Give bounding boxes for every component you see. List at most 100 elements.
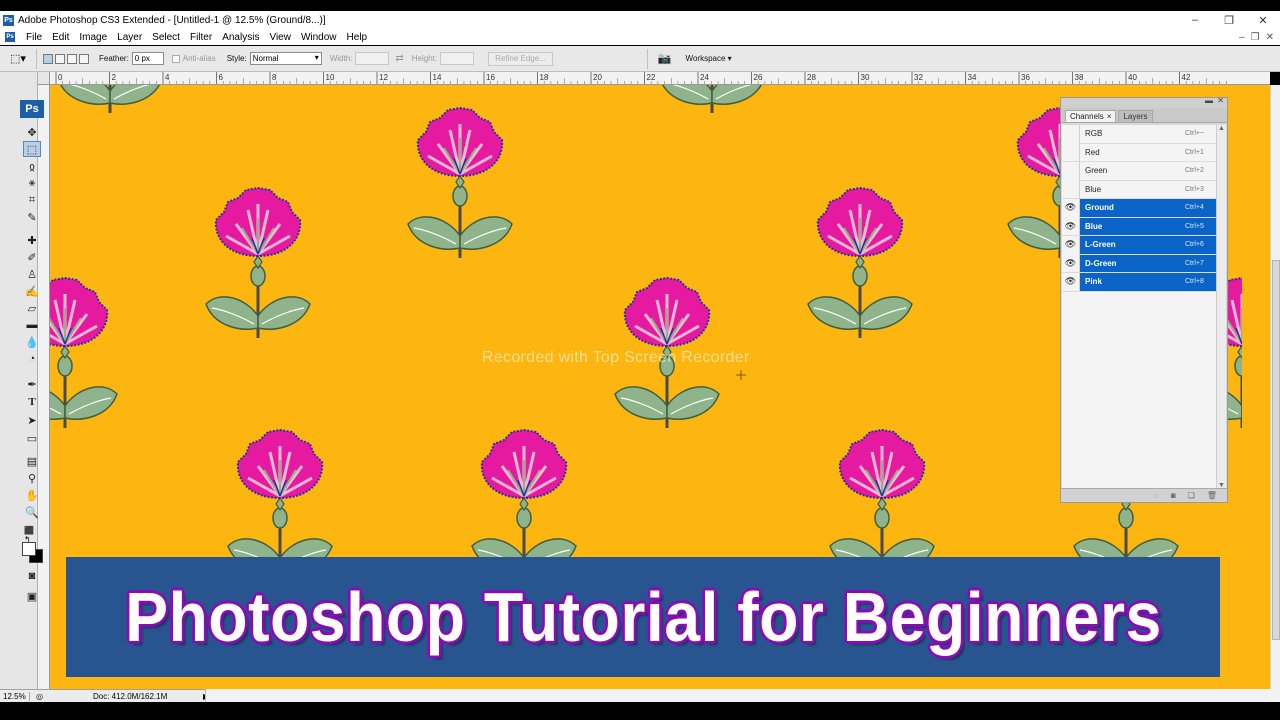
menu-file[interactable]: File (21, 32, 47, 43)
lasso-tool-icon[interactable]: ჲ (23, 158, 41, 174)
foreground-color-swatch[interactable] (22, 542, 36, 556)
screen-mode-icon[interactable]: ▣ (23, 588, 41, 604)
shape-tool-icon[interactable]: ▭ (23, 430, 41, 446)
menu-layer[interactable]: Layer (112, 32, 147, 43)
height-input[interactable] (440, 52, 475, 65)
brush-tool-icon[interactable]: ✐ (23, 249, 41, 265)
channel-row-body[interactable]: L-Green Ctrl+6 (1080, 236, 1216, 254)
menu-analysis[interactable]: Analysis (217, 32, 264, 43)
channel-row[interactable]: 👁 L-Green Ctrl+6 (1062, 235, 1216, 255)
marquee-preset-icon[interactable]: ⬚▾ (10, 52, 30, 65)
vertical-scrollbar[interactable] (1270, 85, 1280, 689)
gradient-tool-icon[interactable]: ▬ (23, 317, 41, 333)
eye-icon[interactable]: 👁 (1062, 272, 1080, 291)
crop-tool-icon[interactable]: ⌗ (23, 192, 41, 208)
move-tool-icon[interactable]: ✥ (23, 124, 41, 140)
slice-tool-icon[interactable]: ✎ (23, 209, 41, 225)
blur-tool-icon[interactable]: 💧 (23, 334, 41, 350)
eyedropper-tool-icon[interactable]: ⚲ (23, 470, 41, 486)
maximize-button[interactable]: ❐ (1212, 11, 1246, 29)
zoom-level[interactable]: 12.5% (0, 691, 30, 701)
menu-filter[interactable]: Filter (185, 32, 217, 43)
channel-row[interactable]: Green Ctrl+2 (1062, 161, 1216, 181)
minimize-button[interactable]: ‒ (1178, 11, 1212, 29)
healing-tool-icon[interactable]: ✚ (23, 232, 41, 248)
channel-row-body[interactable]: Blue Ctrl+5 (1080, 217, 1216, 235)
channel-row[interactable]: 👁 Blue Ctrl+5 (1062, 217, 1216, 236)
visibility-toggle[interactable] (1062, 143, 1080, 162)
channel-row-body[interactable]: Green Ctrl+2 (1080, 162, 1216, 180)
marquee-tool-icon[interactable]: ⬚ (23, 141, 41, 157)
zoom-icon[interactable]: ◎ (36, 692, 43, 701)
workspace-menu[interactable]: Workspace ▾ (686, 54, 732, 63)
menu-window[interactable]: Window (296, 32, 342, 43)
refine-edge-button[interactable]: Refine Edge... (488, 51, 553, 66)
channel-row[interactable]: Red Ctrl+1 (1062, 143, 1216, 162)
channel-row[interactable]: 👁 D-Green Ctrl+7 (1062, 254, 1216, 273)
channel-row-body[interactable]: D-Green Ctrl+7 (1080, 254, 1216, 272)
vertical-scroll-thumb[interactable] (1272, 260, 1280, 640)
eye-icon[interactable]: 👁 (1062, 198, 1080, 217)
width-input[interactable] (355, 52, 390, 65)
channel-list-scrollbar[interactable]: ▲ ▼ (1216, 125, 1226, 489)
tab-channels[interactable]: Channels × (1065, 110, 1117, 122)
channel-row-body[interactable]: Red Ctrl+1 (1080, 144, 1216, 162)
eye-icon[interactable]: 👁 (1062, 254, 1080, 273)
panel-close-icon[interactable]: ✕ (1217, 96, 1224, 105)
doc-minimize-button[interactable]: ‒ (1239, 32, 1245, 43)
menu-edit[interactable]: Edit (47, 32, 74, 43)
quick-mask-icon[interactable]: ◙ (23, 568, 41, 584)
magic-wand-tool-icon[interactable]: ⚹ (23, 175, 41, 191)
zoom-tool-icon[interactable]: 🔍 (23, 504, 41, 520)
bridge-icon[interactable]: 📷 (658, 52, 672, 65)
swap-icon[interactable]: ⇄ (395, 53, 403, 64)
close-button[interactable]: ✕ (1246, 11, 1280, 29)
ruler-label: 30 (861, 73, 870, 82)
dodge-tool-icon[interactable]: ◔ (23, 351, 41, 367)
channel-row-body[interactable]: Blue Ctrl+3 (1080, 181, 1216, 199)
eraser-tool-icon[interactable]: ▱ (23, 300, 41, 316)
antialias-checkbox[interactable] (171, 54, 180, 63)
style-select[interactable]: Normal (249, 52, 322, 65)
new-channel-icon[interactable]: ❏ (1188, 491, 1195, 500)
subtract-selection-icon[interactable] (67, 53, 77, 64)
ruler-label: 22 (647, 73, 656, 82)
type-tool-icon[interactable]: T (23, 394, 41, 410)
pen-tool-icon[interactable]: ✒ (23, 376, 41, 392)
channel-row-body[interactable]: RGB Ctrl+~ (1080, 125, 1216, 143)
doc-restore-button[interactable]: ❐ (1251, 32, 1260, 43)
menu-select[interactable]: Select (147, 32, 185, 43)
eye-icon[interactable]: 👁 (1062, 235, 1080, 254)
feather-input[interactable]: 0 px (131, 52, 164, 65)
channel-row[interactable]: Blue Ctrl+3 (1062, 180, 1216, 199)
load-selection-icon[interactable]: ◌ (1154, 491, 1159, 500)
eye-icon[interactable]: 👁 (1062, 217, 1080, 236)
channel-row[interactable]: RGB Ctrl+~ (1062, 124, 1216, 144)
menu-image[interactable]: Image (74, 32, 112, 43)
add-selection-icon[interactable] (55, 53, 65, 64)
clone-stamp-tool-icon[interactable]: ♙ (23, 266, 41, 282)
history-brush-tool-icon[interactable]: ✍ (23, 283, 41, 299)
channel-row[interactable]: 👁 Ground Ctrl+4 (1062, 198, 1216, 218)
visibility-toggle[interactable] (1062, 124, 1080, 143)
tab-layers[interactable]: Layers (1118, 110, 1153, 122)
close-icon[interactable]: × (1107, 112, 1112, 121)
ps-menu-icon[interactable]: Ps (5, 32, 15, 42)
menu-view[interactable]: View (264, 32, 296, 43)
path-select-tool-icon[interactable]: ➤ (23, 412, 41, 428)
notes-tool-icon[interactable]: ▤ (23, 453, 41, 469)
channel-row-body[interactable]: Pink Ctrl+8 (1080, 273, 1216, 291)
delete-channel-icon[interactable]: 🗑 (1207, 491, 1217, 500)
horizontal-scrollbar[interactable] (205, 689, 1280, 702)
doc-close-button[interactable]: ✕ (1266, 32, 1274, 43)
intersect-selection-icon[interactable] (79, 53, 89, 64)
new-selection-icon[interactable] (43, 53, 53, 64)
hand-tool-icon[interactable]: ✋ (23, 487, 41, 503)
save-selection-icon[interactable]: ◙ (1171, 491, 1176, 500)
channel-row[interactable]: 👁 Pink Ctrl+8 (1062, 272, 1216, 292)
channel-row-body[interactable]: Ground Ctrl+4 (1080, 199, 1216, 217)
visibility-toggle[interactable] (1062, 161, 1080, 180)
panel-collapse-icon[interactable]: ▬ (1205, 96, 1213, 105)
visibility-toggle[interactable] (1062, 180, 1080, 199)
menu-help[interactable]: Help (342, 32, 373, 43)
